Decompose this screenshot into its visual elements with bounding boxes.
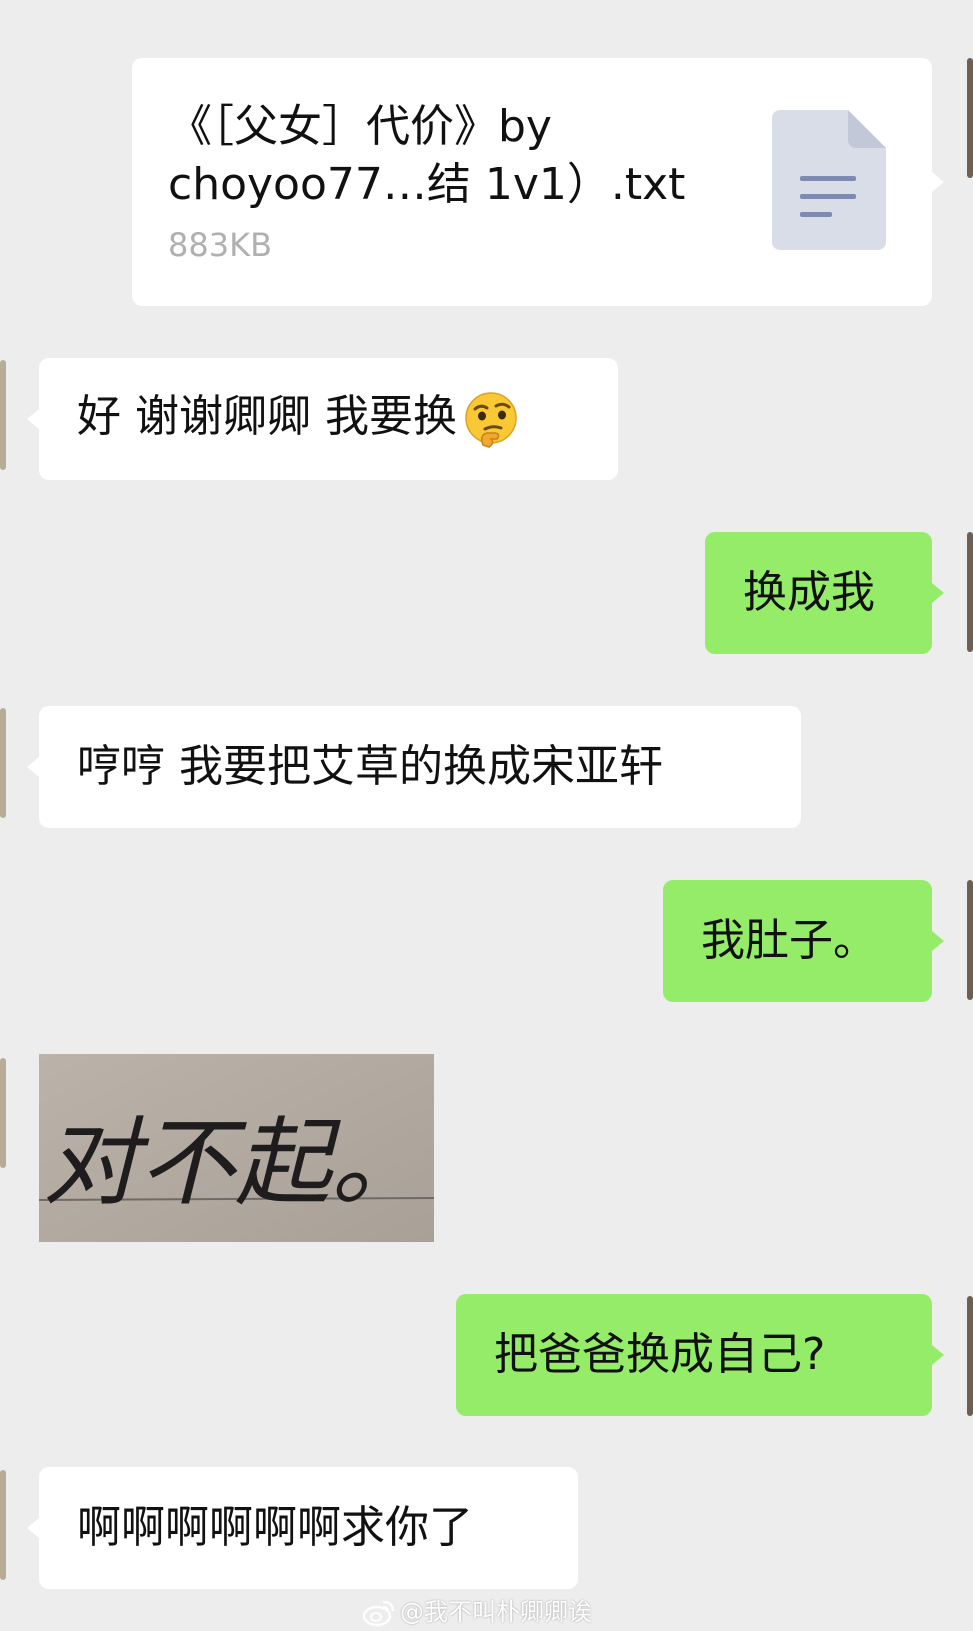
document-icon	[772, 110, 886, 250]
handwriting-photo: 对不起。	[39, 1054, 434, 1242]
contact-avatar-edge[interactable]	[0, 1470, 6, 1580]
message-text: 好 谢谢卿卿 我要换	[77, 389, 521, 449]
bubble-tail	[932, 931, 944, 951]
message-bubble-outgoing[interactable]: 换成我	[705, 532, 944, 654]
bubble-tail	[27, 1518, 39, 1538]
message-text: 我肚子。	[701, 915, 877, 966]
bubble-tail	[932, 583, 944, 603]
bubble-tail	[932, 1345, 944, 1365]
message-bubble-incoming[interactable]: 啊啊啊啊啊啊求你了	[27, 1467, 578, 1589]
self-avatar-edge[interactable]	[967, 532, 973, 652]
contact-avatar-edge[interactable]	[0, 360, 6, 470]
message-text: 把爸爸换成自己?	[494, 1329, 826, 1380]
thinking-face-emoji	[465, 392, 517, 448]
self-avatar-edge[interactable]	[967, 1296, 973, 1416]
message-bubble-outgoing[interactable]: 我肚子。	[663, 880, 944, 1002]
watermark: @我不叫朴卿卿诶	[362, 1592, 592, 1628]
contact-avatar-edge[interactable]	[0, 1058, 6, 1168]
self-avatar-edge[interactable]	[967, 58, 973, 178]
bubble-tail	[932, 172, 944, 192]
self-avatar-edge[interactable]	[967, 880, 973, 1000]
message-bubble-incoming[interactable]: 好 谢谢卿卿 我要换	[27, 358, 618, 480]
message-text-content: 好 谢谢卿卿 我要换	[77, 391, 457, 442]
image-message[interactable]: 对不起。	[39, 1054, 434, 1242]
file-name: 《［父女］代价》by choyoo77…结 1v1）.txt	[168, 101, 686, 210]
handwritten-text: 对不起。	[43, 1107, 427, 1219]
bubble-tail	[27, 409, 39, 429]
weibo-logo-icon	[362, 1600, 395, 1627]
file-size: 883KB	[168, 226, 273, 264]
message-bubble-outgoing[interactable]: 把爸爸换成自己?	[456, 1294, 944, 1416]
file-message-card[interactable]: 《［父女］代价》by choyoo77…结 1v1）.txt 883KB	[132, 58, 944, 306]
bubble-tail	[27, 757, 39, 777]
message-text: 换成我	[743, 567, 875, 618]
message-bubble-incoming[interactable]: 哼哼 我要把艾草的换成宋亚轩	[27, 706, 801, 828]
contact-avatar-edge[interactable]	[0, 708, 6, 818]
message-text: 哼哼 我要把艾草的换成宋亚轩	[77, 741, 663, 792]
message-text: 啊啊啊啊啊啊求你了	[77, 1502, 473, 1553]
watermark-text: @我不叫朴卿卿诶	[400, 1598, 592, 1626]
